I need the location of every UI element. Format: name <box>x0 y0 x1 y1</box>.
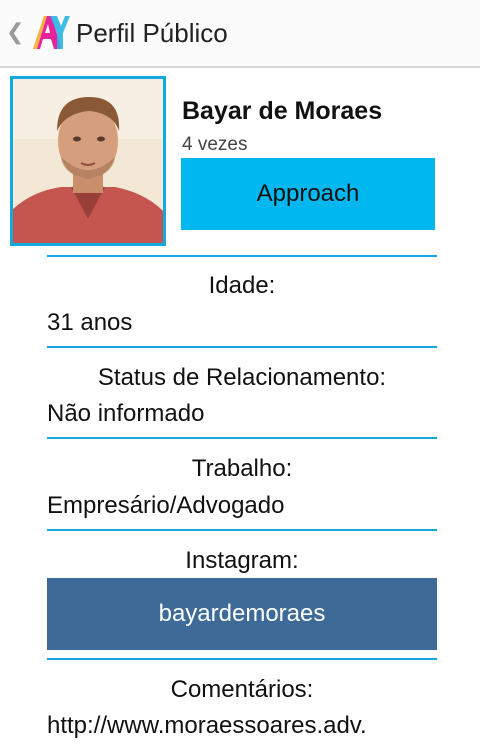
app-logo-icon[interactable] <box>30 12 70 52</box>
work-value: Empresário/Advogado <box>47 492 285 519</box>
page-title: Perfil Público <box>76 18 228 48</box>
profile-name: Bayar de Moraes <box>182 97 383 125</box>
work-label: Trabalho: <box>191 455 293 482</box>
divider <box>47 529 437 531</box>
relationship-value: Não informado <box>47 400 205 427</box>
visit-count: 4 vezes <box>182 134 248 155</box>
instagram-label: Instagram: <box>185 547 299 574</box>
profile-photo <box>10 76 166 246</box>
age-label: Idade: <box>208 272 276 299</box>
approach-button[interactable]: Approach <box>181 158 435 230</box>
instagram-button[interactable]: bayardemoraes <box>47 578 437 650</box>
profile-photo-image <box>13 79 163 243</box>
action-bar: ❮ Perfil Público <box>0 0 480 68</box>
divider <box>47 437 437 439</box>
chevron-left-icon[interactable]: ❮ <box>6 20 24 45</box>
comments-value: http://www.moraessoares.adv. <box>47 712 367 739</box>
comments-label: Comentários: <box>170 676 314 703</box>
relationship-label: Status de Relacionamento: <box>97 364 387 391</box>
divider <box>47 658 437 660</box>
divider <box>47 346 437 348</box>
age-value: 31 anos <box>47 309 133 336</box>
divider <box>47 255 437 257</box>
